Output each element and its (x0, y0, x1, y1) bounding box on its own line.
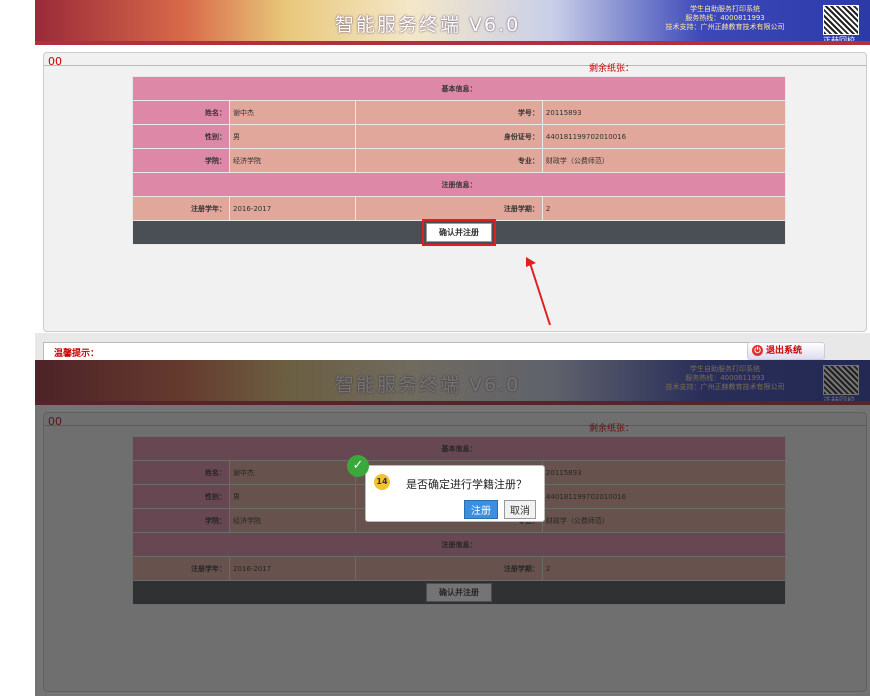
confirm-register-button[interactable]: 确认并注册 (422, 219, 496, 246)
header-info: 学生自助服务打印系统 服务热线：4000811993 技术支持：广州正赫教育技术… (645, 5, 805, 32)
qr-code-icon (823, 5, 859, 35)
app-title: 智能服务终端 V6.0 (335, 14, 521, 36)
red-arrow-icon (526, 257, 551, 326)
header-bar (35, 41, 870, 45)
checkmark-icon: ✓ (347, 455, 369, 477)
terminal-code: 00 (48, 55, 62, 68)
student-id-label: 学号： (354, 100, 543, 125)
name-value: 谢中杰 (229, 100, 356, 125)
tips-label: 温馨提示： (54, 349, 100, 359)
dialog-register-button[interactable]: 注册 (464, 500, 498, 519)
dialog-message: 是否确定进行学籍注册？ (406, 478, 527, 491)
confirm-dialog: 14 是否确定进行学籍注册？ 注册 取消 (365, 465, 545, 522)
tips-box: 温馨提示： (43, 342, 767, 360)
question-icon: 14 (374, 474, 390, 490)
button-row: 确认并注册 (132, 219, 786, 246)
info-table: 基本信息： 姓名： 谢中杰 学号： 20115893 性别： 男 身份证号： 4… (132, 76, 787, 246)
exit-label: 退出系统 (766, 346, 803, 356)
dialog-cancel-button[interactable]: 取消 (504, 500, 536, 519)
content-area: 00 剩余纸张： 基本信息： 姓名： 谢中杰 学号： 20115893 性别： … (43, 52, 867, 332)
remaining-paper: 剩余纸张： (589, 64, 635, 74)
college-value: 经济学院 (229, 148, 356, 173)
gender-value: 男 (229, 124, 356, 149)
year-label: 注册学年： (132, 196, 230, 221)
term-label: 注册学期： (354, 196, 543, 221)
modal-overlay (35, 360, 870, 696)
info-line: 服务热线：4000811993 (685, 14, 765, 22)
major-value: 财政学（公费师范） (541, 148, 787, 173)
header: 智能服务终端 V6.0 学生自助服务打印系统 服务热线：4000811993 技… (35, 0, 870, 45)
term-value: 2 (541, 196, 787, 221)
student-id-value: 20115893 (541, 100, 787, 125)
year-value: 2016-2017 (229, 196, 356, 221)
section-registration: 注册信息： (132, 172, 786, 197)
info-line: 学生自助服务打印系统 (690, 5, 760, 13)
id-card-label: 身份证号： (354, 124, 543, 149)
id-card-value: 440181199702010016 (541, 124, 787, 149)
power-icon: ⏻ (752, 345, 763, 356)
exit-system-button[interactable]: ⏻ 退出系统 (747, 342, 825, 360)
screen-after: 智能服务终端 V6.0 学生自助服务打印系统 服务热线：4000811993 技… (35, 360, 870, 696)
gender-label: 性别： (132, 124, 230, 149)
screen-before: 智能服务终端 V6.0 学生自助服务打印系统 服务热线：4000811993 技… (35, 0, 870, 360)
divider (44, 65, 866, 66)
section-basic-info: 基本信息： (132, 76, 786, 101)
name-label: 姓名： (132, 100, 230, 125)
major-label: 专业： (354, 148, 543, 173)
info-line: 技术支持：广州正赫教育技术有限公司 (665, 23, 785, 31)
college-label: 学院： (132, 148, 230, 173)
